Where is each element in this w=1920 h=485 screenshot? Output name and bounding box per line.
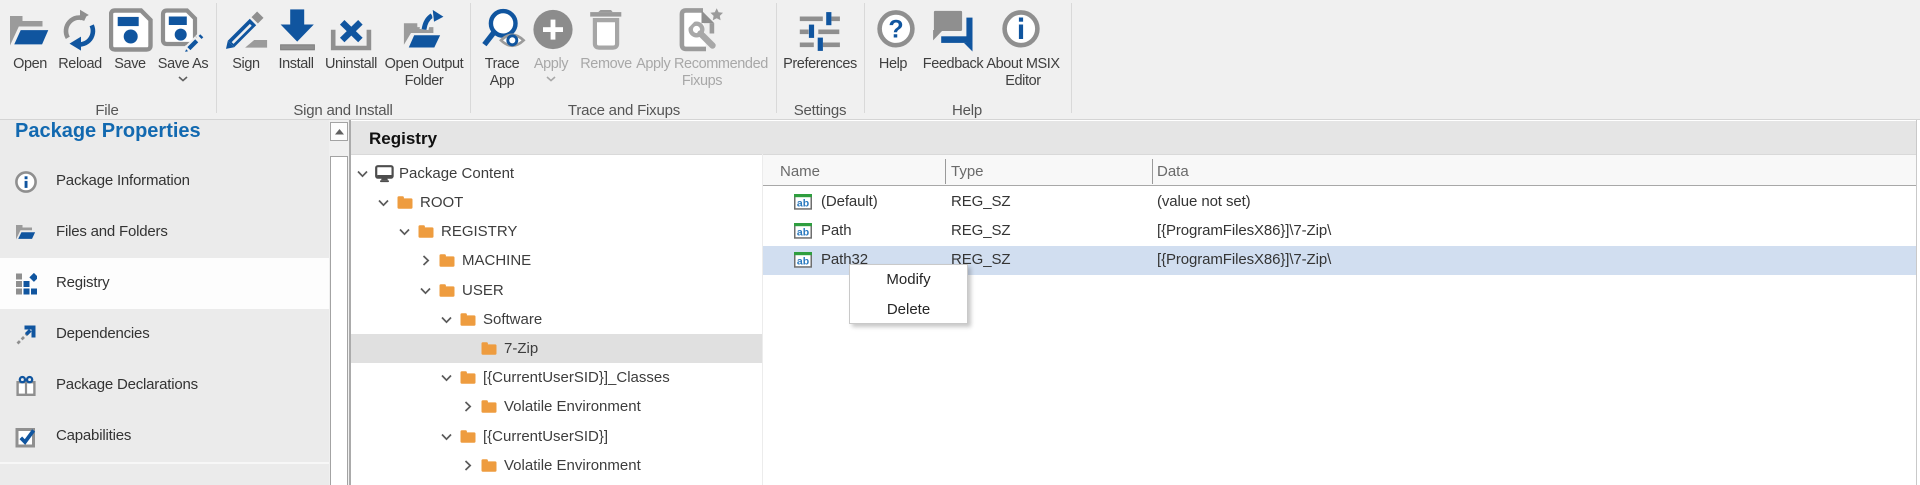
svg-text:ab: ab [797,255,809,267]
svg-text:?: ? [888,16,903,44]
svg-text:ab: ab [797,226,809,238]
svg-text:ab: ab [797,197,809,209]
